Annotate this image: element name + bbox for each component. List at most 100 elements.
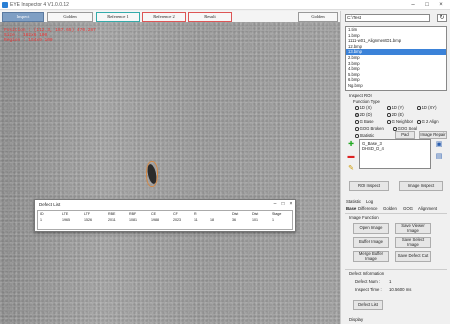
function-type-label: Function Type: [353, 99, 380, 104]
dialog-minimize-icon[interactable]: –: [271, 201, 279, 207]
file-list-item[interactable]: Ng.bmp: [346, 83, 446, 89]
dialog-close-icon[interactable]: ×: [287, 201, 295, 207]
defect-num-label: Defect Num :: [355, 279, 381, 284]
minimize-icon[interactable]: –: [406, 0, 420, 10]
radio-dot-icon: [417, 105, 421, 110]
remove-roi-icon[interactable]: ▬: [347, 153, 355, 161]
tab-reference-2[interactable]: Reference 2: [142, 12, 186, 22]
radio-dot-icon: [417, 119, 421, 124]
image-repair-button[interactable]: Image Repair: [419, 131, 447, 139]
radio-gog-broken[interactable]: GOG Broken: [355, 126, 384, 131]
radio-dot-icon: [393, 126, 397, 131]
radio-g-neighbor[interactable]: G Neighbor: [387, 119, 413, 124]
column-header: RBF: [129, 212, 137, 216]
roi-list-item[interactable]: DHSD_D_4: [362, 146, 428, 151]
window-titlebar: EYE Inspector 4 V1.0.0.12 – □ ×: [0, 0, 450, 10]
image-viewer[interactable]: Position : (112.3, 187.65) 470.287 Size …: [0, 22, 340, 324]
inspect-roi-label: Inspect ROI: [349, 93, 372, 98]
save-defect-cut-button[interactable]: Save Defect Cut: [395, 251, 431, 262]
table-cell[interactable]: 1: [40, 218, 42, 222]
radio-g-2-align[interactable]: G 2 Align: [417, 119, 439, 124]
radio-label: Statistic: [359, 133, 375, 138]
add-roi-icon[interactable]: ✚: [347, 141, 355, 149]
tab-difference[interactable]: Difference: [358, 206, 378, 211]
column-header: CE: [151, 212, 156, 216]
table-cell[interactable]: 101: [252, 218, 258, 222]
image-function-label: Image Function: [349, 215, 379, 220]
column-header: R: [194, 212, 197, 216]
radio-dot-icon: [355, 119, 359, 124]
table-cell[interactable]: 11: [194, 218, 198, 222]
maximize-icon[interactable]: □: [420, 0, 434, 10]
radio-statistic[interactable]: Statistic: [355, 133, 374, 138]
inspect-time-label: Inspect Time :: [355, 287, 382, 292]
pad-button[interactable]: Pad: [395, 131, 415, 139]
table-cell[interactable]: 2023: [173, 218, 181, 222]
radio-dot-icon: [387, 105, 391, 110]
radio-dot-icon: [355, 105, 359, 110]
radio-1d-x[interactable]: 1D (X): [355, 105, 372, 110]
radio-dot-icon: [355, 126, 359, 131]
tab-gog[interactable]: GOG: [403, 206, 413, 211]
view-tabbar: Inspect Golden Reference 1 Reference 2 R…: [0, 11, 340, 22]
tab-golden-2[interactable]: Golden: [298, 12, 338, 22]
dialog-maximize-icon[interactable]: □: [279, 201, 287, 207]
column-header: Dist: [252, 212, 259, 216]
radio-dot-icon: [355, 133, 359, 138]
merge-buffer-image-button[interactable]: Merge Buffer Image: [353, 251, 389, 262]
tab-result[interactable]: Result: [188, 12, 232, 22]
table-cell[interactable]: 1: [272, 218, 274, 222]
column-header: ID: [40, 212, 44, 216]
radio-dot-icon: [387, 119, 391, 124]
file-list[interactable]: 1.tim 1.bmp 1111-w01_AlignmentD1.bmp 12.…: [345, 26, 447, 91]
tab-log[interactable]: Log: [366, 199, 373, 204]
tab-golden[interactable]: Golden: [47, 12, 93, 22]
radio-label: G Neighbor: [391, 119, 414, 124]
roi-list[interactable]: G_Base_3 DHSD_D_4: [359, 139, 431, 169]
roi-inspect-button[interactable]: ROI Inspect: [349, 181, 389, 191]
defect-table: ID LTE LTF RBE RBF CE CF R Dist Dist Sta…: [37, 210, 293, 230]
save-icon[interactable]: ▣: [435, 141, 443, 149]
load-icon[interactable]: ▤: [435, 153, 443, 161]
edit-roi-icon[interactable]: ✎: [347, 165, 355, 173]
radio-1d-xy[interactable]: 1D (XY): [417, 105, 437, 110]
tab-base[interactable]: Base: [346, 206, 356, 211]
window-title: EYE Inspector 4 V1.0.0.12: [10, 2, 69, 8]
tab-inspect[interactable]: Inspect: [2, 12, 44, 22]
tab-golden-sub[interactable]: Golden: [383, 206, 397, 211]
column-header: CF: [173, 212, 178, 216]
table-cell[interactable]: 1526: [84, 218, 92, 222]
column-header: LTF: [84, 212, 91, 216]
radio-label: 1D (XY): [421, 105, 437, 110]
tab-statistic[interactable]: Statistic: [346, 199, 361, 204]
folder-path-input[interactable]: C:\Test: [345, 14, 430, 22]
defect-num-value: 1: [389, 279, 392, 284]
column-header: LTE: [62, 212, 69, 216]
table-cell[interactable]: 1081: [129, 218, 137, 222]
radio-label: G Base: [359, 119, 374, 124]
save-viewer-image-button[interactable]: Save Viewer Image: [395, 223, 431, 234]
image-inspect-button[interactable]: Image Inspect: [399, 181, 443, 191]
open-image-button[interactable]: Open Image: [353, 223, 389, 234]
refresh-icon[interactable]: ↻: [437, 14, 447, 22]
radio-1d-y[interactable]: 1D (Y): [387, 105, 404, 110]
table-cell[interactable]: 1988: [151, 218, 159, 222]
defect-list-button[interactable]: Defect List: [353, 300, 383, 310]
column-header: RBE: [108, 212, 116, 216]
radio-2d-e[interactable]: 2D (E): [387, 112, 404, 117]
defect-marker[interactable]: [146, 161, 158, 187]
divider: [345, 269, 447, 270]
table-cell[interactable]: 2011: [108, 218, 116, 222]
close-icon[interactable]: ×: [434, 0, 448, 10]
tab-alignment[interactable]: Alignment: [418, 206, 437, 211]
radio-2d-d[interactable]: 2D (D): [355, 112, 372, 117]
radio-label: G 2 Align: [421, 119, 439, 124]
tab-reference-1[interactable]: Reference 1: [96, 12, 140, 22]
table-cell[interactable]: 1965: [62, 218, 70, 222]
inspected-image: [0, 22, 340, 324]
table-cell[interactable]: 18: [210, 218, 214, 222]
save-select-image-button[interactable]: Save Select Image: [395, 237, 431, 248]
table-cell[interactable]: 36: [232, 218, 236, 222]
buffer-image-button[interactable]: Buffer Image: [353, 237, 389, 248]
radio-g-base[interactable]: G Base: [355, 119, 374, 124]
